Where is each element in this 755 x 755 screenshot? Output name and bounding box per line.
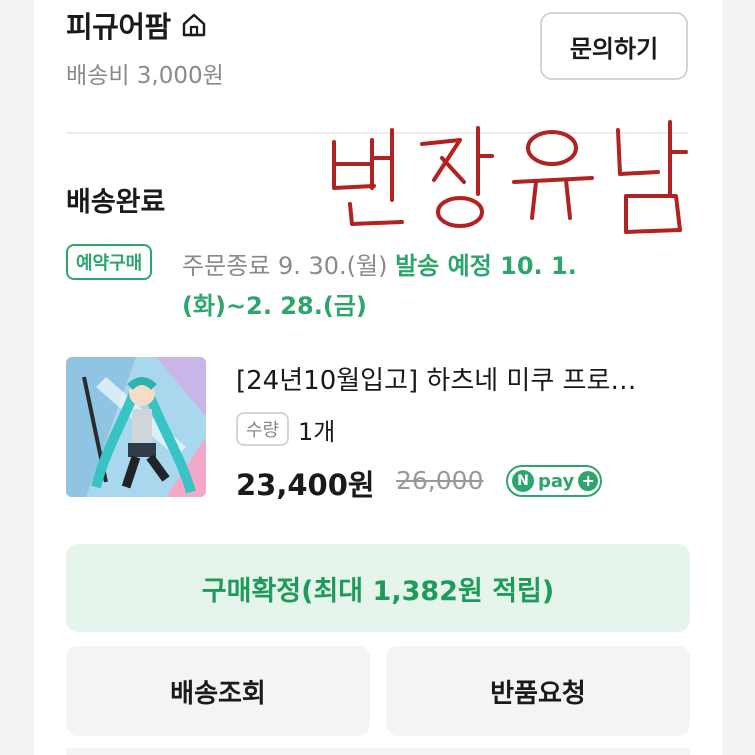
quantity-value: 1개: [298, 418, 336, 446]
store-name[interactable]: 피규어팜: [66, 4, 171, 46]
delivery-status: 배송완료: [66, 187, 166, 218]
product-title[interactable]: [24년10월입고] 하츠네 미쿠 프로…: [236, 360, 696, 397]
shipping-fee: 배송비 3,000원: [66, 63, 224, 89]
store-header[interactable]: 피규어팜: [66, 4, 207, 46]
npay-logo-icon: N: [512, 470, 534, 492]
confirm-purchase-button[interactable]: 구매확정(최대 1,382원 적립): [66, 544, 690, 632]
quantity-label: 수량: [236, 412, 290, 446]
preorder-badge: 예약구매: [66, 244, 153, 280]
sale-price: 23,400원: [236, 468, 375, 502]
ship-plan-text-cont: (화)~2. 28.(금): [182, 292, 367, 320]
return-request-button[interactable]: 반품요청: [386, 646, 690, 736]
original-price: 26,000: [396, 466, 484, 495]
home-icon[interactable]: [181, 12, 207, 38]
next-button-row: [66, 748, 690, 755]
plus-icon: +: [578, 471, 599, 491]
inquiry-button[interactable]: 문의하기: [540, 12, 688, 80]
order-schedule: 주문종료 9. 30.(월) 발송 예정 10. 1. (화)~2. 28.(금…: [182, 246, 662, 326]
track-delivery-button[interactable]: 배송조회: [66, 646, 370, 736]
order-end-text: 주문종료 9. 30.(월): [182, 252, 396, 280]
ship-plan-text: 발송 예정 10. 1.: [395, 252, 577, 280]
order-card: 피규어팜 배송비 3,000원 문의하기 배송완료 예약구매 주문종료 9. 3…: [34, 0, 722, 755]
handwritten-note: [332, 120, 688, 234]
npay-text: pay: [538, 470, 575, 492]
npay-badge: N pay +: [506, 465, 602, 497]
product-thumbnail[interactable]: [66, 357, 206, 497]
